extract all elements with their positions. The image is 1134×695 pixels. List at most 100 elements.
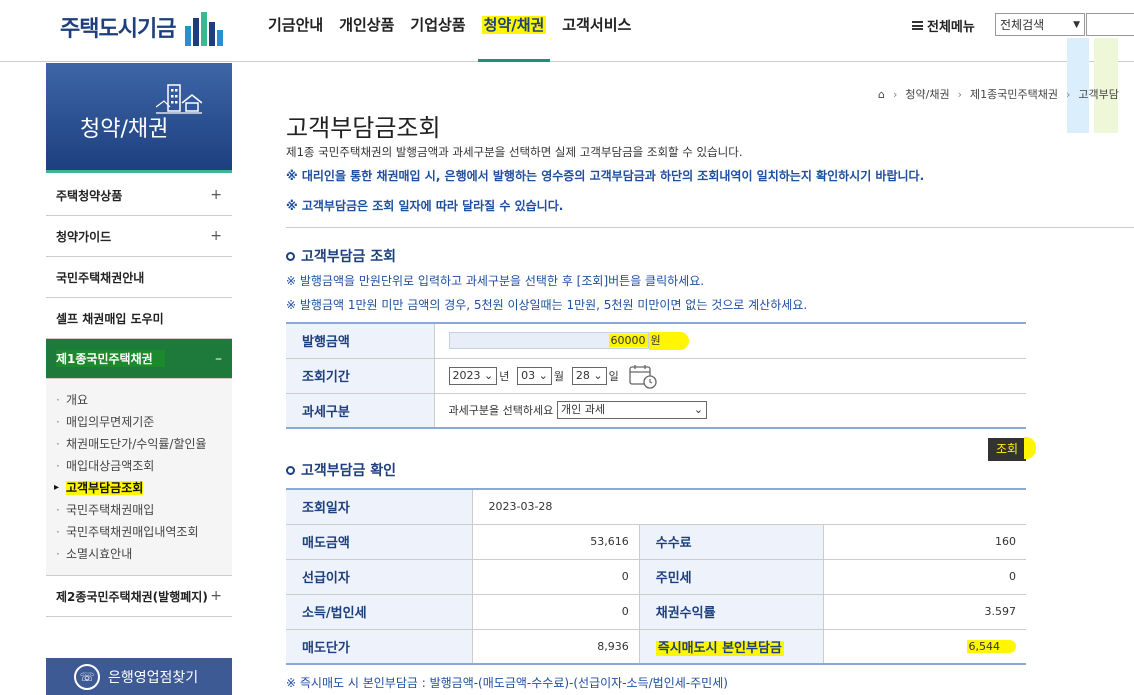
cell-value: 160 [823,524,1026,560]
day-unit: 일 [608,369,619,383]
customer-burden-label-text: 즉시매도시 본인부담금 [655,640,784,656]
sidebar-item-bond-info[interactable]: 국민주택채권안내 [46,257,232,298]
divider [286,227,1134,228]
amount-value: 60000 [608,334,648,348]
nav-corporate-products[interactable]: 기업상품 [410,14,465,62]
sidebar-item-self-bond-helper[interactable]: 셀프 채권매입 도우미 [46,298,232,339]
submenu-item[interactable]: 매입의무면제기준 [54,411,232,433]
query-guide-1: ※ 발행금액을 만원단위로 입력하고 과세구분을 선택한 후 [조회]버튼을 클… [286,274,705,288]
sidebar-submenu: 개요 매입의무면제기준 채권매도단가/수익률/할인율 매입대상금액조회 고객부담… [46,379,232,576]
search-input[interactable] [1086,13,1134,36]
nav-subscription-bonds[interactable]: 청약/채권 [477,14,550,62]
cell-label: 주민세 [639,559,824,595]
sidebar-item-type2-bond[interactable]: 제2종국민주택채권(발행폐지) + [46,576,232,617]
submenu-item[interactable]: 소멸시효안내 [54,543,232,565]
minus-icon: – [215,350,222,367]
logo-mark-icon [183,8,227,46]
bullet-icon [286,465,295,475]
calendar-icon[interactable] [628,363,657,389]
search-category-select[interactable]: 전체검색 ▼ [995,13,1085,36]
nav-customer-service[interactable]: 고객서비스 [562,14,631,62]
site-logo[interactable]: 주택도시기금 [60,8,227,46]
bullet-icon [286,251,295,261]
breadcrumb: ⌂ › 청약/채권 › 제1종국민주택채권 › 고객부담 [878,86,1119,102]
customer-burden-value-text: 6,544 [966,639,1016,653]
breadcrumb-item[interactable]: 고객부담 [1078,86,1118,102]
hamburger-icon [912,21,923,30]
customer-burden-value: 6,544 [823,629,1026,665]
submenu-item[interactable]: 채권매도단가/수익률/할인율 [54,433,232,455]
phone-icon: ☏ [74,663,100,690]
page-title: 고객부담금조회 [286,114,441,142]
cell-label: 채권수익률 [639,594,824,630]
sidebar-item-subscription-products[interactable]: 주택청약상품 + [46,175,232,216]
date-label: 조회일자 [286,489,473,525]
cell-label: 매도단가 [286,629,473,665]
table-row: 조회일자 2023-03-28 [286,489,1026,525]
submenu-item[interactable]: 매입대상금액조회 [54,455,232,477]
search-button[interactable]: 조회 [988,438,1027,461]
cell-label: 선급이자 [286,559,473,595]
submenu-item[interactable]: 개요 [54,389,232,411]
submenu-item[interactable]: 국민주택채권매입 [54,499,232,521]
sidebar-banner-title: 청약/채권 [80,117,169,142]
all-menu-button[interactable]: 전체메뉴 [912,16,975,35]
cell-value: 53,616 [472,524,640,560]
notice-agent: ※ 대리인을 통한 채권매입 시, 은행에서 발행하는 영수증의 고객부담금과 … [286,169,925,183]
table-row: 선급이자 0 주민세 0 [286,559,1026,595]
tax-value: 개인 과세 [561,403,606,417]
month-select[interactable]: 03 ⌄ [517,366,552,385]
day-select[interactable]: 28 ⌄ [571,366,607,385]
cell-value: 0 [472,559,640,595]
table-row: 매도단가 8,936 즉시매도시 본인부담금 6,544 [286,629,1026,665]
branch-finder-label: 은행영업점찾기 [108,669,199,686]
section-title-query-label: 고객부담금 조회 [301,249,397,265]
year-value: 2023 [452,368,481,382]
logo-text: 주택도시기금 [60,17,176,42]
breadcrumb-item[interactable]: 청약/채권 [905,86,949,102]
date-value: 2023-03-28 [472,489,1026,525]
query-form: 발행금액 60000 원 조회기간 2023 ⌄ 년 03 ⌄ 월 28 ⌄ 일 과세구… [286,322,1026,429]
tax-select[interactable]: 개인 과세 ⌄ [557,401,708,420]
nav-personal-products[interactable]: 개인상품 [339,14,394,62]
branch-finder-button[interactable]: ☏ 은행영업점찾기 [46,658,232,695]
site-header: 주택도시기금 기금안내 개인상품 기업상품 청약/채권 고객서비스 전체메뉴 전… [0,0,1134,62]
global-nav: 기금안내 개인상품 기업상품 청약/채권 고객서비스 [268,14,647,62]
amount-label: 발행금액 [286,323,435,359]
month-value: 03 [521,368,536,382]
page-description: 제1종 국민주택채권의 발행금액과 과세구분을 선택하면 실제 고객부담금을 조… [286,145,743,159]
plus-icon: + [210,588,222,604]
nav-fund-info[interactable]: 기금안내 [268,14,323,62]
submenu-item[interactable]: 국민주택채권매입내역조회 [54,521,232,543]
sidebar-item-type1-bond[interactable]: 제1종국민주택채권 – [46,339,232,379]
cell-value: 0 [472,594,640,630]
submenu-item-current-label: 고객부담금조회 [66,481,144,495]
year-unit: 년 [499,369,510,383]
all-menu-label: 전체메뉴 [927,20,975,35]
formula-note: ※ 즉시매도 시 본인부담금 : 발행금액-(매도금액-수수료)-(선급이자-소… [286,676,728,690]
nav-subscription-bonds-label: 청약/채권 [481,16,547,34]
sidebar-item-label: 주택청약상품 [56,188,123,203]
sidebar-menu: 주택청약상품 + 청약가이드 + 국민주택채권안내 셀프 채권매입 도우미 제1… [46,175,232,617]
sidebar-item-label: 제2종국민주택채권(발행폐지) [56,589,208,604]
submenu-item-current[interactable]: 고객부담금조회 [54,477,232,499]
breadcrumb-item[interactable]: 제1종국민주택채권 [970,86,1058,102]
chevron-right-icon: › [1065,87,1071,101]
table-row: 소득/법인세 0 채권수익률 3.597 [286,594,1026,630]
section-title-result: 고객부담금 확인 [286,460,396,480]
cell-label: 수수료 [639,524,824,560]
cell-label: 소득/법인세 [286,594,473,630]
customer-burden-label: 즉시매도시 본인부담금 [639,629,824,665]
result-table: 조회일자 2023-03-28 매도금액 53,616 수수료 160 선급이자… [286,488,1026,665]
tax-prompt: 과세구분을 선택하세요 [448,404,554,418]
cell-label: 매도금액 [286,524,473,560]
tax-label: 과세구분 [286,393,435,429]
month-unit: 월 [553,369,565,383]
sidebar-item-label: 셀프 채권매입 도우미 [56,311,164,326]
home-icon[interactable]: ⌂ [878,88,885,101]
period-label: 조회기간 [286,358,435,394]
amount-input[interactable]: 60000 [448,332,649,350]
year-select[interactable]: 2023 ⌄ [448,366,498,385]
sidebar-item-subscription-guide[interactable]: 청약가이드 + [46,216,232,257]
sidebar-item-label: 청약가이드 [56,229,112,244]
